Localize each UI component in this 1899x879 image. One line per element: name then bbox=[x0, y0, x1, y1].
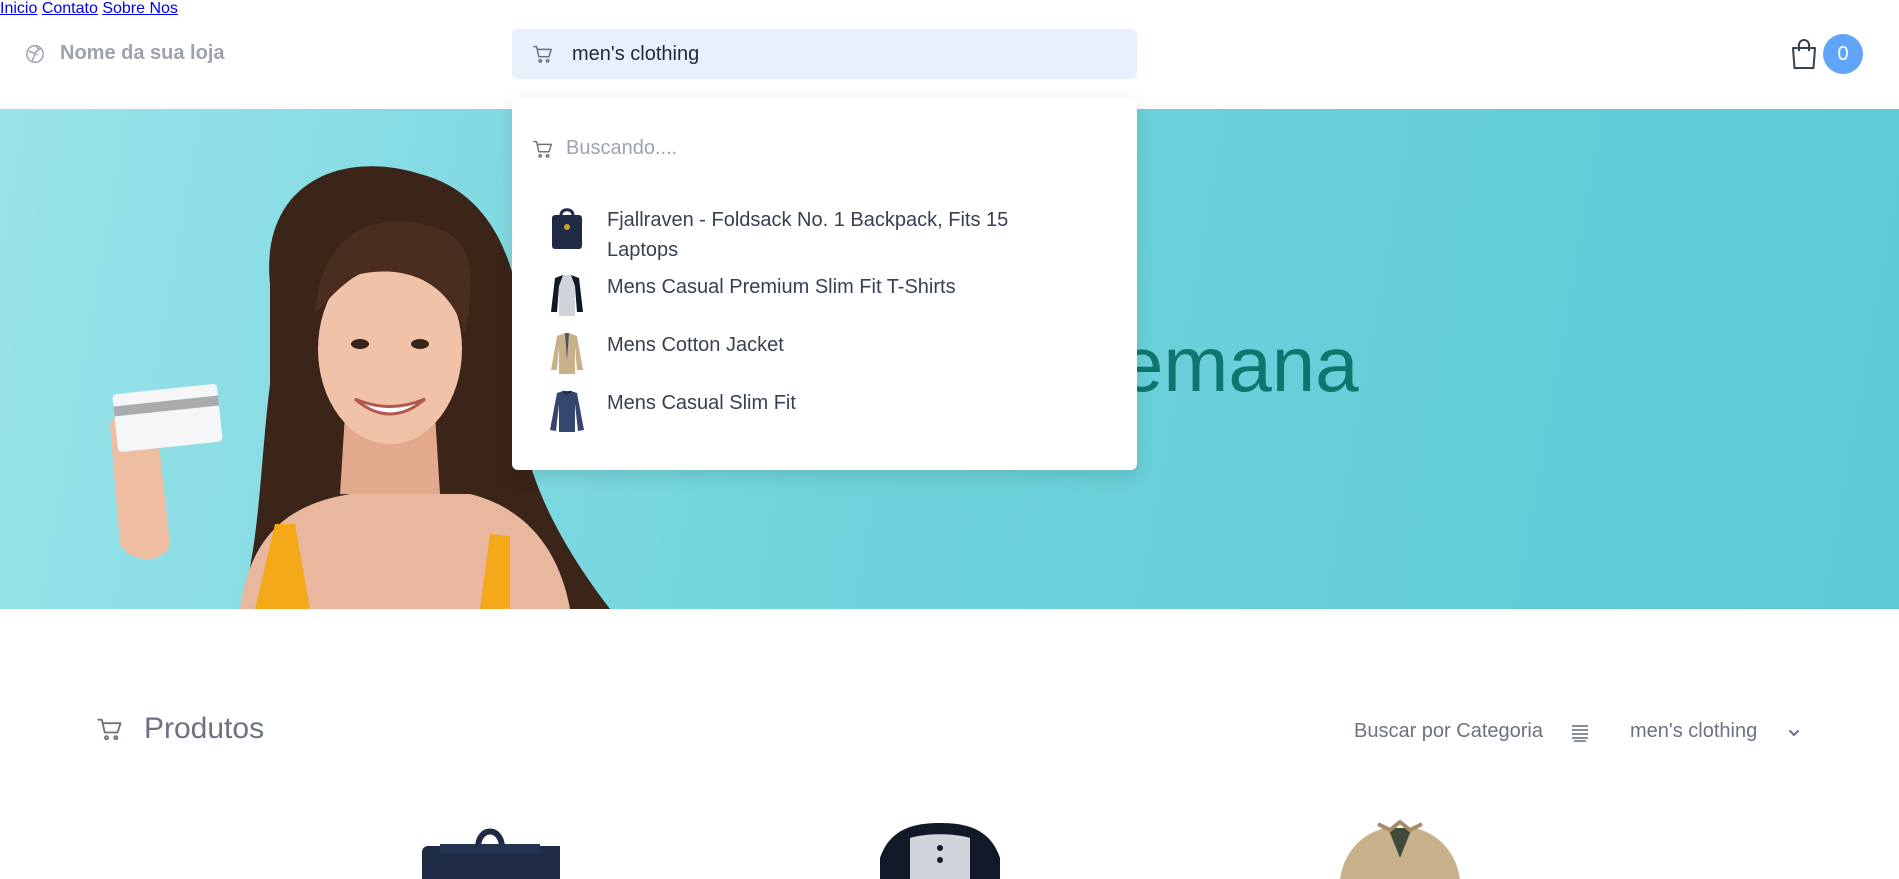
product-image-jacket[interactable] bbox=[1330, 818, 1470, 879]
shopping-cart-icon bbox=[533, 140, 552, 158]
search-result-item[interactable]: Mens Casual Premium Slim Fit T-Shirts bbox=[547, 272, 1067, 318]
cart-count-badge[interactable]: 0 bbox=[1823, 34, 1863, 74]
search-results-dropdown: Buscando.... Fjallraven - Foldsack No. 1… bbox=[512, 97, 1137, 470]
search-bar[interactable] bbox=[512, 29, 1137, 79]
search-result-label: Mens Casual Premium Slim Fit T-Shirts bbox=[607, 276, 956, 298]
hero-title: emana bbox=[1120, 320, 1359, 408]
brand[interactable]: Nome da sua loja bbox=[24, 42, 225, 65]
tshirt-thumbnail bbox=[551, 275, 583, 316]
search-result-item[interactable]: Mens Cotton Jacket bbox=[547, 330, 1067, 376]
category-select[interactable]: men's clothing bbox=[1630, 716, 1806, 750]
shopping-cart-icon bbox=[533, 45, 552, 63]
product-image-tshirt[interactable] bbox=[870, 818, 1010, 879]
search-result-item[interactable]: Mens Casual Slim Fit bbox=[547, 388, 1067, 434]
search-result-label: Mens Casual Slim Fit bbox=[607, 392, 796, 414]
top-header: Nome da sua loja Inicio Contato Sobre No… bbox=[0, 0, 1899, 109]
main-nav: Inicio Contato Sobre Nos bbox=[0, 0, 1899, 18]
products-title: Produtos bbox=[144, 712, 265, 745]
search-status: Buscando.... bbox=[532, 137, 677, 160]
search-result-label: Fjallraven - Foldsack No. 1 Backpack, Fi… bbox=[607, 209, 1009, 261]
nav-contato[interactable]: Contato bbox=[42, 0, 98, 17]
store-name: Nome da sua loja bbox=[60, 42, 225, 64]
products-header: Produtos bbox=[96, 712, 264, 746]
shopping-cart-icon bbox=[97, 718, 122, 741]
list-filter-icon bbox=[1572, 725, 1588, 742]
jacket-thumbnail bbox=[551, 333, 583, 374]
shopping-bag-icon[interactable] bbox=[1790, 38, 1818, 70]
search-status-text: Buscando.... bbox=[566, 137, 678, 159]
search-input[interactable] bbox=[572, 42, 1112, 66]
search-result-label: Mens Cotton Jacket bbox=[607, 334, 784, 356]
category-select-value: men's clothing bbox=[1630, 720, 1758, 742]
backpack-thumbnail bbox=[552, 208, 582, 249]
globe-icon bbox=[26, 44, 44, 63]
category-filter-label: Buscar por Categoria bbox=[1354, 720, 1543, 742]
chevron-down-icon bbox=[1789, 730, 1799, 736]
nav-inicio[interactable]: Inicio bbox=[0, 0, 37, 17]
longsleeve-thumbnail bbox=[550, 390, 584, 432]
nav-sobre-nos[interactable]: Sobre Nos bbox=[102, 0, 178, 17]
search-result-item[interactable]: Fjallraven - Foldsack No. 1 Backpack, Fi… bbox=[547, 205, 1067, 265]
product-image-backpack[interactable] bbox=[420, 818, 560, 879]
